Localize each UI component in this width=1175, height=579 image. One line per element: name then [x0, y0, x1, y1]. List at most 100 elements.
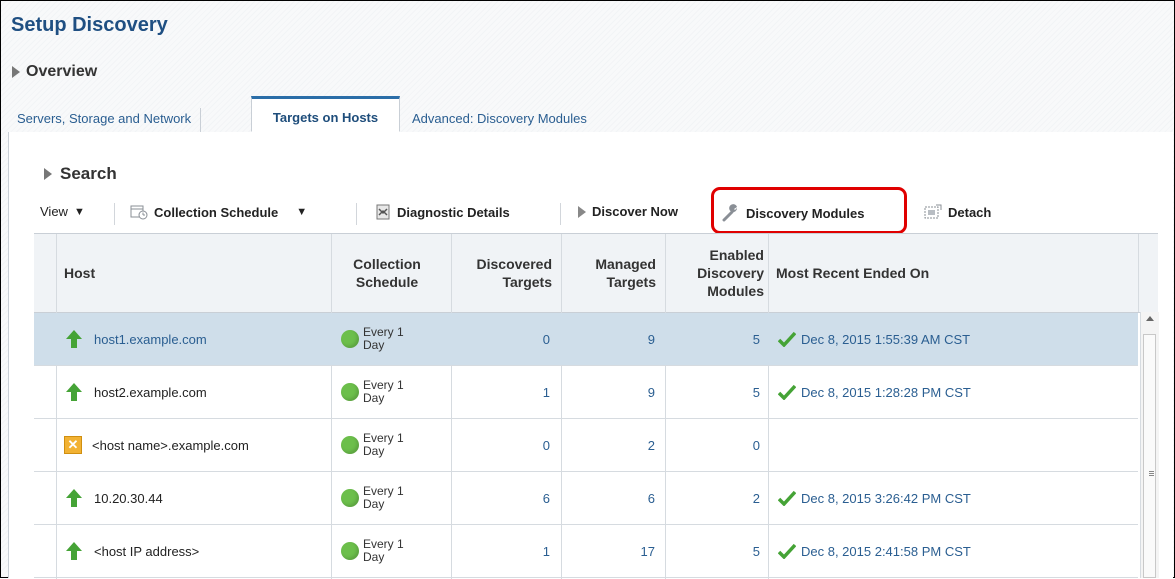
- success-check-icon: [778, 384, 796, 400]
- column-header-most-recent-ended-on[interactable]: Most Recent Ended On: [776, 264, 929, 282]
- managed-targets-link[interactable]: 9: [561, 366, 655, 418]
- tab-servers-storage-network[interactable]: Servers, Storage and Network: [8, 108, 202, 132]
- column-header-host[interactable]: Host: [64, 264, 95, 282]
- table-row[interactable]: ✕ <host name>.example.com Every 1 Day 0 2…: [34, 419, 1138, 472]
- managed-targets-link[interactable]: 6: [561, 472, 655, 524]
- column-header-enabled-discovery-modules[interactable]: Enabled Discovery Modules: [668, 246, 764, 300]
- schedule-status-dot: [341, 542, 359, 560]
- tab-targets-on-hosts[interactable]: Targets on Hosts: [251, 96, 400, 132]
- discovered-targets-link[interactable]: 6: [451, 472, 550, 524]
- header-line: Discovery: [697, 265, 764, 281]
- host-link[interactable]: host1.example.com: [94, 332, 207, 347]
- schedule-text: Every 1 Day: [363, 379, 404, 405]
- recent-date-link[interactable]: Dec 8, 2015 1:28:28 PM CST: [801, 385, 971, 400]
- play-icon: [578, 205, 586, 218]
- schedule-cell: Every 1 Day: [341, 472, 404, 524]
- toolbar-divider: [114, 203, 115, 225]
- toolbar: View ▼ Collection Schedule ▼ Diagnostic …: [32, 199, 1172, 229]
- header-line: Modules: [707, 283, 764, 299]
- scrollbar-thumb[interactable]: [1143, 334, 1156, 578]
- recent-date-link[interactable]: Dec 8, 2015 1:55:39 AM CST: [801, 332, 970, 347]
- schedule-line: Every 1: [363, 484, 404, 498]
- status-warning-icon: ✕: [64, 436, 82, 454]
- managed-targets-link[interactable]: 9: [561, 313, 655, 365]
- scroll-up-arrow-icon[interactable]: [1146, 316, 1154, 321]
- collection-schedule-label: Collection Schedule: [154, 204, 279, 220]
- view-menu[interactable]: View ▼: [40, 204, 85, 219]
- table-row[interactable]: host2.example.com Every 1 Day 1 9 5 Dec 8…: [34, 366, 1138, 419]
- column-header-discovered-targets[interactable]: Discovered Targets: [452, 255, 552, 291]
- annotation-highlight-box: [711, 187, 907, 234]
- recent-date-link[interactable]: Dec 8, 2015 2:41:58 PM CST: [801, 544, 971, 559]
- host-cell: ✕ <host name>.example.com: [64, 419, 249, 471]
- recent-date-link[interactable]: Dec 8, 2015 3:26:42 PM CST: [801, 491, 971, 506]
- schedule-text: Every 1 Day: [363, 326, 404, 352]
- search-toggle[interactable]: Search: [44, 164, 117, 184]
- overview-toggle[interactable]: Overview: [12, 63, 97, 81]
- discover-now-button[interactable]: Discover Now: [578, 204, 678, 219]
- discovered-targets-link[interactable]: 0: [451, 313, 550, 365]
- schedule-line: Day: [363, 391, 385, 405]
- schedule-line: Day: [363, 338, 385, 352]
- status-up-arrow-icon: [66, 489, 82, 507]
- column-divider: [1138, 234, 1139, 312]
- discovered-targets-link[interactable]: 1: [451, 366, 550, 418]
- detach-label: Detach: [948, 204, 992, 220]
- expand-triangle-icon: [44, 168, 52, 180]
- table-row[interactable]: host1.example.com Every 1 Day 0 9 5 Dec 8…: [34, 313, 1138, 366]
- enabled-modules-link[interactable]: 5: [665, 313, 760, 365]
- page-title: Setup Discovery: [11, 14, 168, 36]
- schedule-cell: Every 1 Day: [341, 366, 404, 418]
- schedule-line: Day: [363, 550, 385, 564]
- enabled-modules-link[interactable]: 2: [665, 472, 760, 524]
- status-up-arrow-icon: [66, 383, 82, 401]
- column-header-managed-targets[interactable]: Managed Targets: [564, 255, 656, 291]
- schedule-cell: Every 1 Day: [341, 525, 404, 577]
- schedule-cell: Every 1 Day: [341, 313, 404, 365]
- schedule-text: Every 1 Day: [363, 485, 404, 511]
- header-line: Targets: [606, 274, 656, 290]
- enabled-modules-link[interactable]: 0: [665, 419, 760, 471]
- toolbar-divider: [560, 203, 561, 225]
- success-check-icon: [778, 490, 796, 506]
- schedule-cell: Every 1 Day: [341, 419, 404, 471]
- schedule-text: Every 1 Day: [363, 432, 404, 458]
- enabled-modules-link[interactable]: 5: [665, 525, 760, 577]
- success-check-icon: [778, 331, 796, 347]
- tab-advanced-discovery-modules[interactable]: Advanced: Discovery Modules: [403, 108, 596, 132]
- host-cell: host1.example.com: [64, 313, 207, 365]
- search-label: Search: [60, 164, 117, 183]
- table-row[interactable]: <host IP address> Every 1 Day 1 17 5 Dec …: [34, 525, 1138, 578]
- schedule-status-dot: [341, 436, 359, 454]
- overview-label: Overview: [26, 63, 98, 80]
- recent-cell: Dec 8, 2015 3:26:42 PM CST: [778, 472, 971, 524]
- host-name: <host IP address>: [94, 543, 200, 559]
- table-row[interactable]: 10.20.30.44 Every 1 Day 6 6 2 Dec 8, 2015…: [34, 472, 1138, 525]
- schedule-line: Every 1: [363, 325, 404, 339]
- recent-cell: Dec 8, 2015 2:41:58 PM CST: [778, 525, 971, 577]
- host-cell: 10.20.30.44: [64, 472, 163, 524]
- vertical-scrollbar[interactable]: [1140, 312, 1159, 578]
- enabled-modules-link[interactable]: 5: [665, 366, 760, 418]
- status-up-arrow-icon: [66, 542, 82, 560]
- collection-schedule-button[interactable]: Collection Schedule ▼: [130, 204, 307, 220]
- schedule-line: Every 1: [363, 431, 404, 445]
- managed-targets-link[interactable]: 2: [561, 419, 655, 471]
- discovered-targets-link[interactable]: 0: [451, 419, 550, 471]
- host-cell: host2.example.com: [64, 366, 207, 418]
- calendar-clock-icon: [130, 205, 148, 220]
- dropdown-arrow-icon: ▼: [73, 205, 85, 218]
- recent-cell: Dec 8, 2015 1:55:39 AM CST: [778, 313, 970, 365]
- header-line: Targets: [502, 274, 552, 290]
- toolbar-divider: [356, 203, 357, 225]
- column-header-collection-schedule[interactable]: Collection Schedule: [332, 255, 442, 291]
- view-label: View: [40, 204, 68, 219]
- discovered-targets-link[interactable]: 1: [451, 525, 550, 577]
- header-line: Enabled: [709, 247, 764, 263]
- header-line: Schedule: [355, 274, 419, 290]
- detach-button[interactable]: Detach: [924, 204, 991, 220]
- expand-triangle-icon: [12, 66, 20, 78]
- managed-targets-link[interactable]: 17: [561, 525, 655, 577]
- diagnostic-details-button[interactable]: Diagnostic Details: [375, 204, 510, 220]
- discover-now-label: Discover Now: [592, 204, 678, 219]
